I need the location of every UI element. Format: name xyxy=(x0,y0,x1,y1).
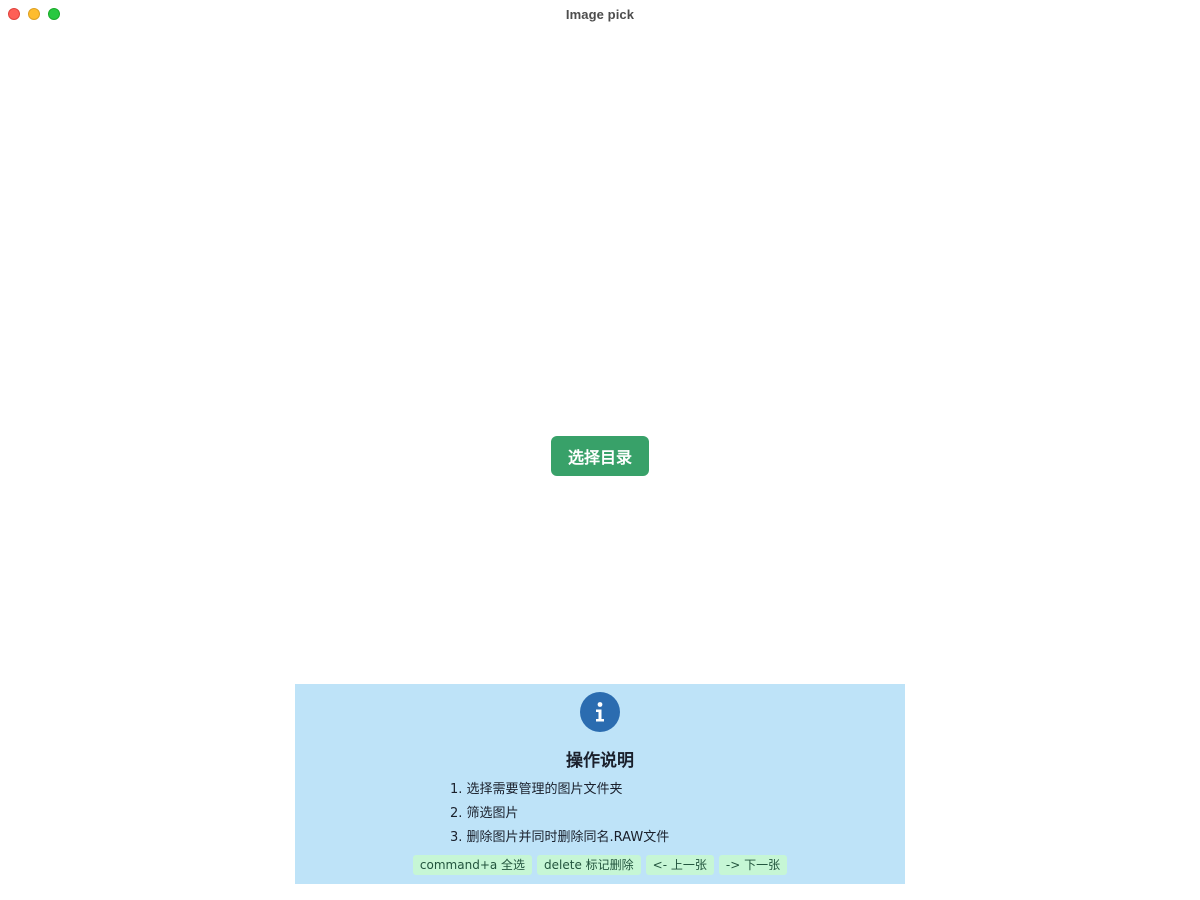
info-icon xyxy=(580,692,620,732)
app-window: Image pick 选择目录 操作说明 1. 选择需要管理的图片文件夹 2. … xyxy=(0,0,1200,900)
instructions-title: 操作说明 xyxy=(566,751,634,771)
instructions-list: 1. 选择需要管理的图片文件夹 2. 筛选图片 3. 删除图片并同时删除同名.R… xyxy=(450,778,669,850)
minimize-window-button[interactable] xyxy=(28,8,40,20)
close-window-button[interactable] xyxy=(8,8,20,20)
shortcut-mark-delete-badge: delete 标记删除 xyxy=(537,855,641,875)
instruction-step: 1. 选择需要管理的图片文件夹 xyxy=(450,782,623,797)
main-content: 选择目录 操作说明 1. 选择需要管理的图片文件夹 2. 筛选图片 3. 删除图… xyxy=(0,28,1200,900)
window-controls xyxy=(8,8,60,20)
shortcut-next-badge: -> 下一张 xyxy=(718,855,788,875)
shortcut-select-all-badge: command+a 全选 xyxy=(412,855,533,875)
title-bar[interactable]: Image pick xyxy=(0,0,1200,28)
maximize-window-button[interactable] xyxy=(48,8,60,20)
instructions-panel: 操作说明 1. 选择需要管理的图片文件夹 2. 筛选图片 3. 删除图片并同时删… xyxy=(295,684,905,884)
instruction-step: 3. 删除图片并同时删除同名.RAW文件 xyxy=(450,830,670,845)
window-title: Image pick xyxy=(565,6,635,22)
shortcut-previous-badge: <- 上一张 xyxy=(645,855,714,875)
shortcut-list: command+a 全选 delete 标记删除 <- 上一张 -> 下一张 xyxy=(295,855,905,875)
choose-directory-button[interactable]: 选择目录 xyxy=(551,436,649,476)
instruction-step: 2. 筛选图片 xyxy=(450,806,519,821)
